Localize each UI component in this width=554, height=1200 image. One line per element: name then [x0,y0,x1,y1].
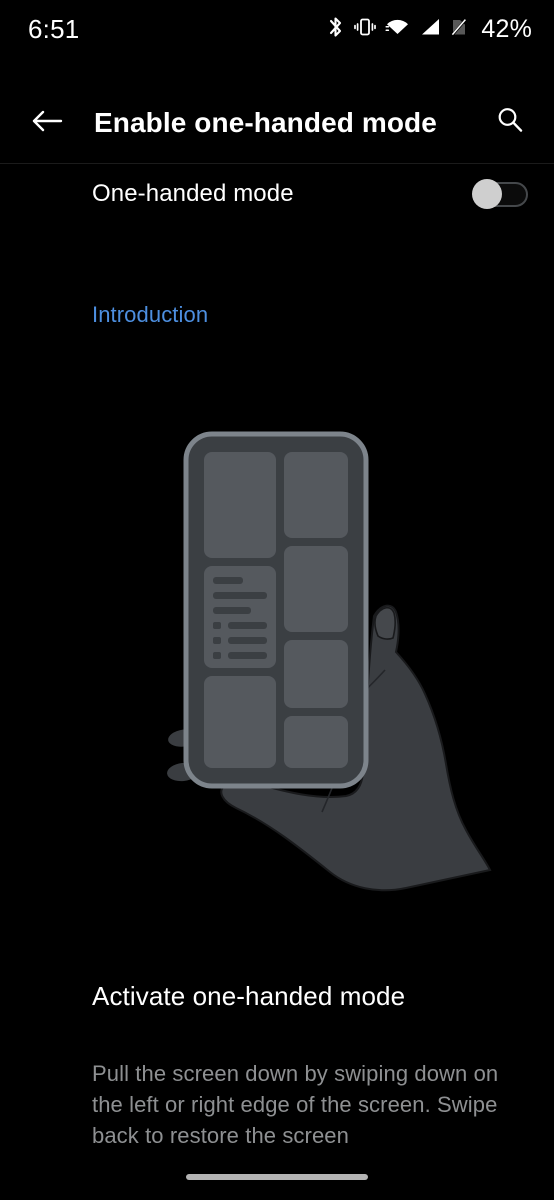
sim-off-icon [450,15,468,44]
toggle-thumb [472,179,502,209]
one-handed-mode-settings-screen: 6:51 42% Enable one-handed mode One-hand… [0,0,554,1200]
status-bar: 6:51 42% [0,0,554,58]
one-handed-mode-label: One-handed mode [92,180,294,207]
app-bar-divider [0,163,554,164]
cellular-signal-icon [419,15,441,44]
one-handed-mode-toggle[interactable] [472,179,528,209]
intro-card-heading: Activate one-handed mode [92,981,406,1011]
phone-shape [183,431,369,789]
battery-percent-label: 42% [481,14,532,43]
phone-card [204,676,276,768]
phone-card [284,452,348,538]
phone-card [284,716,348,768]
page-title: Enable one-handed mode [94,107,437,138]
back-arrow-icon [30,106,64,141]
gesture-home-indicator[interactable] [186,1174,368,1180]
bluetooth-icon [326,15,345,44]
phone-card [284,640,348,708]
phone-card [204,452,276,558]
phone-card [284,546,348,632]
one-handed-mode-switch-row[interactable]: One-handed mode [0,166,554,222]
search-button[interactable] [488,101,532,145]
vibrate-icon [354,15,377,44]
one-handed-mode-illustration [160,420,506,910]
introduction-section-label: Introduction [92,302,209,327]
search-icon [493,104,527,143]
app-bar: Enable one-handed mode [0,84,554,162]
back-button[interactable] [26,102,68,144]
status-bar-icons: 42% [326,15,532,44]
status-bar-clock: 6:51 [28,13,80,44]
intro-card-body: Pull the screen down by swiping down on … [92,1061,499,1148]
wifi-icon [385,15,410,44]
